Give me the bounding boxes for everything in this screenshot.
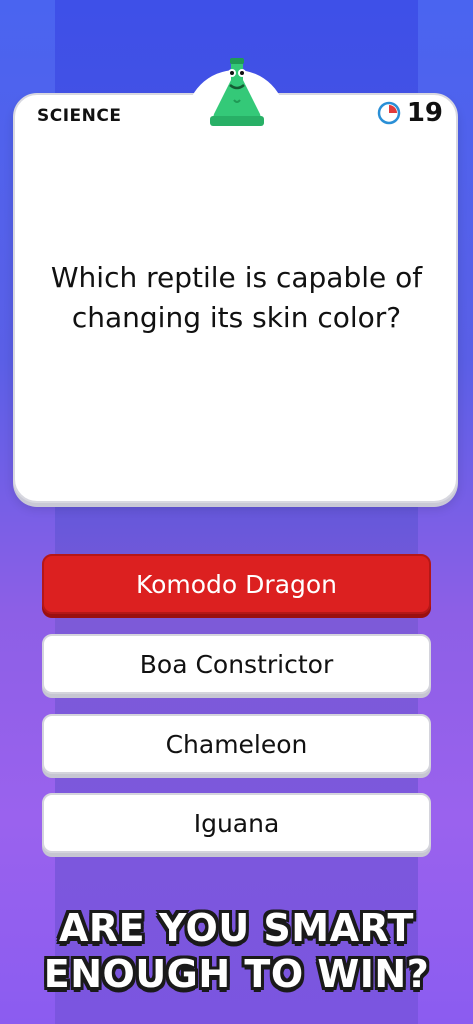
category-label: SCIENCE [37, 106, 122, 126]
promo-banner: ARE YOU SMART ENOUGH TO WIN? [0, 905, 473, 997]
timer: 19 [377, 98, 443, 128]
promo-line-1: ARE YOU SMART [59, 906, 414, 950]
flask-mascot-icon [210, 58, 264, 126]
answer-button-2[interactable]: Boa Constrictor [42, 634, 431, 694]
timer-value: 19 [406, 98, 443, 128]
answer-label: Chameleon [165, 729, 308, 759]
answer-button-3[interactable]: Chameleon [42, 714, 431, 774]
answer-label: Boa Constrictor [139, 649, 334, 679]
answer-button-1[interactable]: Komodo Dragon [42, 554, 431, 614]
answer-label: Iguana [193, 808, 280, 838]
answer-button-4[interactable]: Iguana [42, 793, 431, 853]
promo-line-2: ENOUGH TO WIN? [43, 952, 430, 996]
question-text: Which reptile is capable of changing its… [50, 261, 423, 334]
pie-timer-icon [377, 101, 401, 125]
answer-label: Komodo Dragon [135, 569, 338, 599]
